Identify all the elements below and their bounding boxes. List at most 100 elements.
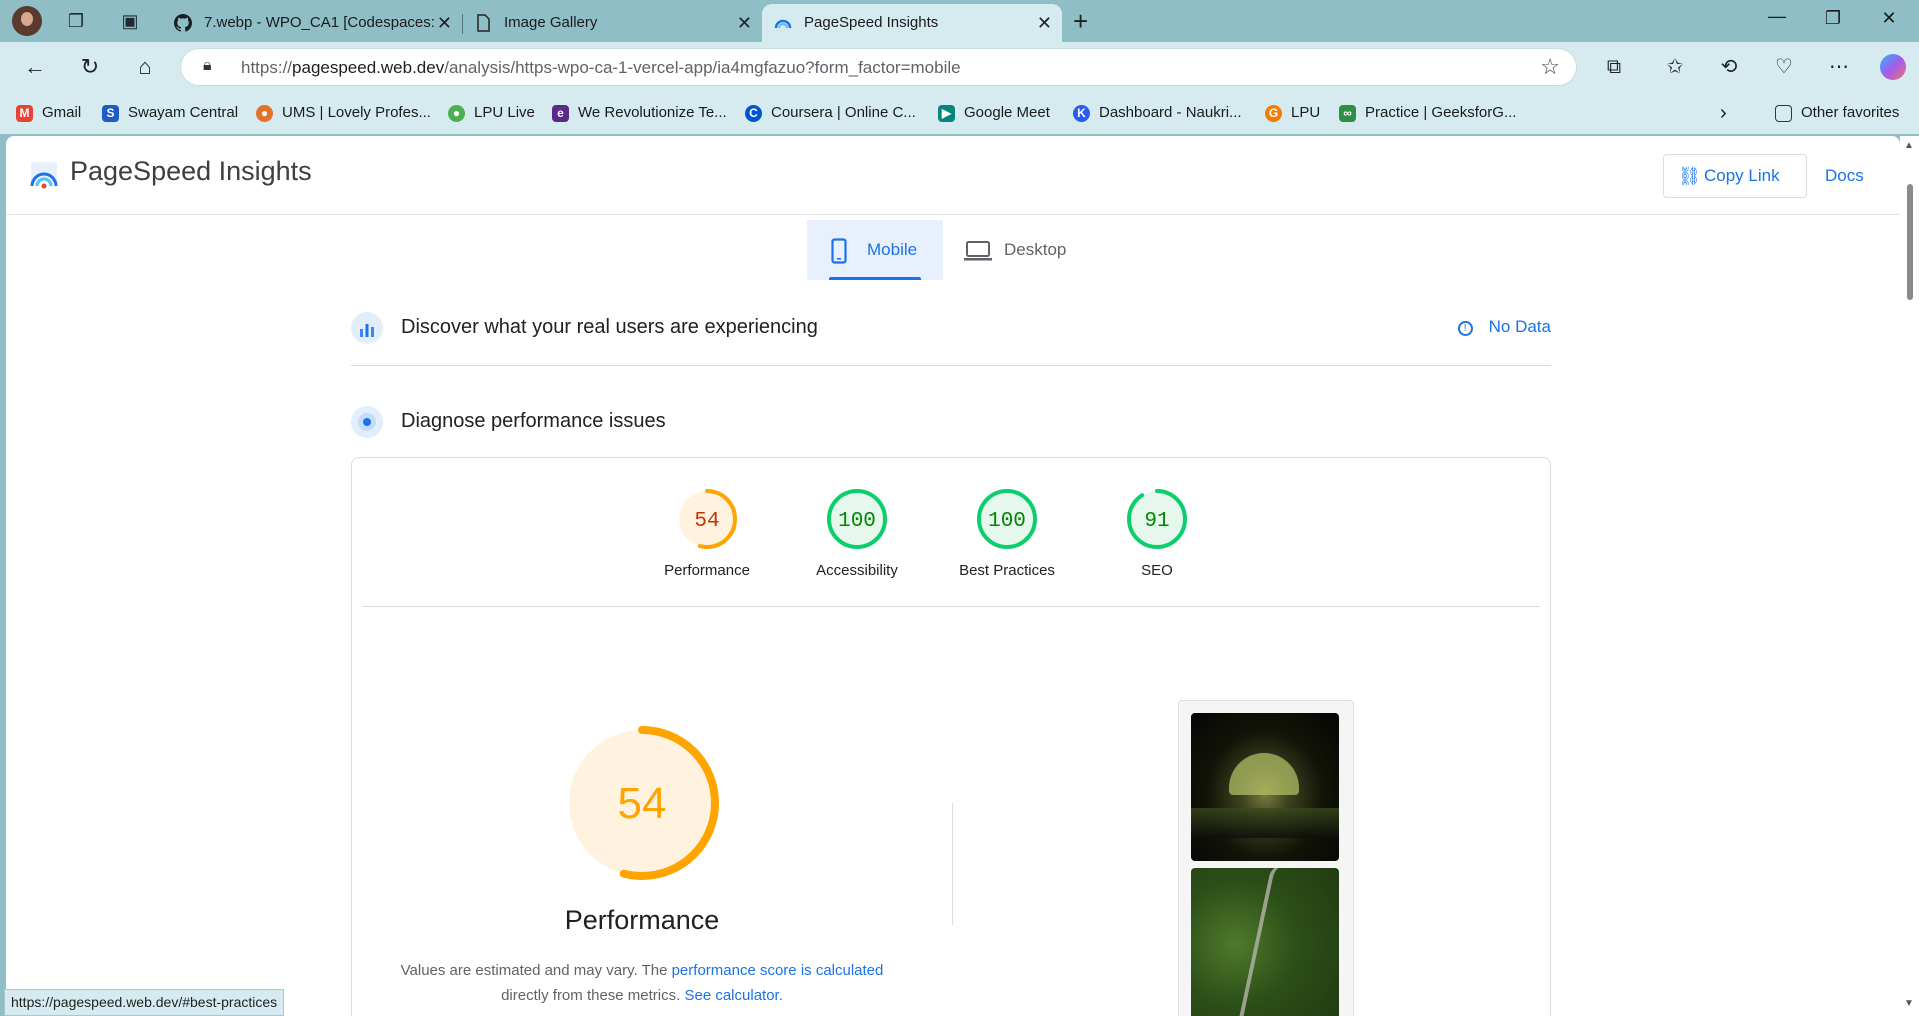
close-tab-icon[interactable]: ✕ <box>437 4 452 42</box>
gauge-ring: 100 <box>977 489 1037 549</box>
history-icon[interactable]: ⟲ <box>1716 54 1742 80</box>
favorite-label: Dashboard - Naukri... <box>1099 104 1242 121</box>
score-label: SEO <box>1141 562 1173 579</box>
tab-desktop[interactable]: Desktop <box>964 220 1094 280</box>
favorite-revolutionize[interactable]: e We Revolutionize Te... <box>552 92 727 134</box>
score-label: Performance <box>664 562 750 579</box>
laptop-icon <box>964 241 992 261</box>
lighthouse-report: 54 Performance 100 Accessibility 100 Bes… <box>351 457 1551 1016</box>
score-gauge-accessibility[interactable]: 100 Accessibility <box>797 488 917 579</box>
coursera-icon: C <box>745 105 762 122</box>
page-content: PageSpeed Insights ⛓︎ Copy Link Docs Mob… <box>6 136 1900 1016</box>
profile-avatar[interactable] <box>12 6 42 36</box>
favorite-label: LPU Live <box>474 104 535 121</box>
score-value: 54 <box>694 510 719 533</box>
favorites-icon[interactable]: ✩ <box>1662 54 1688 80</box>
tab-title: PageSpeed Insights <box>804 14 939 31</box>
scroll-down-icon[interactable]: ▼ <box>1904 998 1914 1009</box>
section-divider <box>351 365 1551 366</box>
extensions-icon[interactable]: ⧉ <box>1601 54 1627 80</box>
url-text: https://pagespeed.web.dev/analysis/https… <box>241 58 961 77</box>
active-tab-indicator <box>829 277 921 280</box>
performance-score-value: 54 <box>618 779 667 828</box>
performance-description: Values are estimated and may vary. The p… <box>362 958 922 1008</box>
copy-link-label: Copy Link <box>1704 166 1780 185</box>
address-bar[interactable]: 🔒︎ https://pagespeed.web.dev/analysis/ht… <box>180 48 1577 86</box>
favorite-naukri[interactable]: K Dashboard - Naukri... <box>1073 92 1242 134</box>
minimize-icon[interactable]: — <box>1757 6 1797 27</box>
lpu-live-icon: ● <box>448 105 465 122</box>
new-tab-button[interactable]: + <box>1073 6 1088 37</box>
favorite-label: Coursera | Online C... <box>771 104 916 121</box>
favorite-label: We Revolutionize Te... <box>578 104 727 121</box>
favorite-geeksforgeeks[interactable]: ∞ Practice | GeeksforG... <box>1339 92 1516 134</box>
favorite-label: Swayam Central <box>128 104 239 121</box>
mobile-phone-icon <box>831 238 847 264</box>
restore-icon[interactable]: ❐ <box>1813 8 1853 29</box>
score-gauge-best-practices[interactable]: 100 Best Practices <box>947 488 1067 579</box>
back-icon[interactable]: ← <box>20 52 50 82</box>
folder-icon <box>1775 105 1792 122</box>
tab-title: Image Gallery <box>504 14 598 31</box>
real-users-title: Discover what your real users are experi… <box>401 316 818 338</box>
tab-mobile[interactable]: Mobile <box>807 220 943 280</box>
no-data-toggle[interactable]: ! No Data <box>1457 317 1551 337</box>
docs-link[interactable]: Docs <box>1825 166 1864 186</box>
more-options-icon[interactable]: ⋯ <box>1826 54 1852 80</box>
favorite-google-meet[interactable]: ▶ Google Meet <box>938 92 1050 134</box>
favorite-lpu[interactable]: G LPU <box>1265 92 1320 134</box>
lpu-icon: G <box>1265 105 1282 122</box>
site-info-icon[interactable]: 🔒︎ <box>203 57 212 75</box>
gauge-ring: 91 <box>1127 489 1187 549</box>
crux-chart-icon <box>351 312 383 344</box>
favorite-lpu-live[interactable]: ● LPU Live <box>448 92 535 134</box>
score-gauge-seo[interactable]: 91 SEO <box>1097 488 1217 579</box>
chevron-right-icon[interactable]: › <box>1720 92 1727 134</box>
page-title[interactable]: PageSpeed Insights <box>70 156 312 187</box>
scrollbar-thumb[interactable] <box>1907 184 1913 300</box>
info-icon: ! <box>1457 321 1473 336</box>
diagnose-section: Diagnose performance issues <box>351 398 1551 448</box>
toolbar: ← ↻ ⌂ 🔒︎ https://pagespeed.web.dev/analy… <box>0 42 1919 92</box>
vertical-divider <box>952 803 953 925</box>
tab-codespaces[interactable]: 7.webp - WPO_CA1 [Codespaces: ✕ <box>162 4 462 42</box>
close-tab-icon[interactable]: ✕ <box>1037 4 1052 42</box>
tab-strip: ❐ ▣ 7.webp - WPO_CA1 [Codespaces: ✕ Imag… <box>0 0 1919 42</box>
status-bar-url: https://pagespeed.web.dev/#best-practice… <box>4 989 285 1016</box>
score-value: 100 <box>838 510 876 533</box>
screenshot-image-forest-road <box>1191 868 1339 1016</box>
gauge-ring: 54 <box>677 489 737 549</box>
other-favorites[interactable]: Other favorites <box>1775 92 1899 134</box>
close-window-icon[interactable]: ✕ <box>1869 8 1909 29</box>
favorite-gmail[interactable]: M Gmail <box>16 92 81 134</box>
tab-image-gallery[interactable]: Image Gallery ✕ <box>462 4 762 42</box>
scroll-up-icon[interactable]: ▲ <box>1904 140 1914 151</box>
ums-icon: ● <box>256 105 273 122</box>
google-meet-icon: ▶ <box>938 105 955 122</box>
performance-big-gauge: 54 <box>565 726 719 880</box>
tab-pagespeed[interactable]: PageSpeed Insights ✕ <box>762 4 1062 42</box>
score-gauge-performance[interactable]: 54 Performance <box>647 488 767 579</box>
pagespeed-logo-icon[interactable] <box>28 158 60 190</box>
refresh-icon[interactable]: ↻ <box>75 52 105 82</box>
workspaces-icon[interactable]: ❐ <box>64 9 88 33</box>
favorite-swayam[interactable]: S Swayam Central <box>102 92 238 134</box>
favorite-ums[interactable]: ● UMS | Lovely Profes... <box>256 92 431 134</box>
score-value: 100 <box>988 510 1026 533</box>
home-icon[interactable]: ⌂ <box>130 52 160 82</box>
copy-link-button[interactable]: ⛓︎ Copy Link <box>1663 154 1807 198</box>
revolutionize-icon: e <box>552 105 569 122</box>
score-value: 91 <box>1144 510 1169 533</box>
copilot-icon[interactable] <box>1880 54 1906 80</box>
see-calculator-link[interactable]: See calculator. <box>684 987 782 1004</box>
score-calculated-link[interactable]: performance score is calculated <box>672 962 884 979</box>
favorite-star-icon[interactable]: ☆ <box>1540 54 1560 80</box>
naukri-icon: K <box>1073 105 1090 122</box>
browser-essentials-icon[interactable]: ♡ <box>1771 54 1797 80</box>
score-label: Accessibility <box>816 562 898 579</box>
description-text: Values are estimated and may vary. The <box>400 962 672 979</box>
close-tab-icon[interactable]: ✕ <box>737 4 752 42</box>
vertical-tabs-icon[interactable]: ▣ <box>118 9 142 33</box>
favorite-coursera[interactable]: C Coursera | Online C... <box>745 92 916 134</box>
page-scrollbar[interactable]: ▲ ▼ <box>1900 136 1919 1016</box>
